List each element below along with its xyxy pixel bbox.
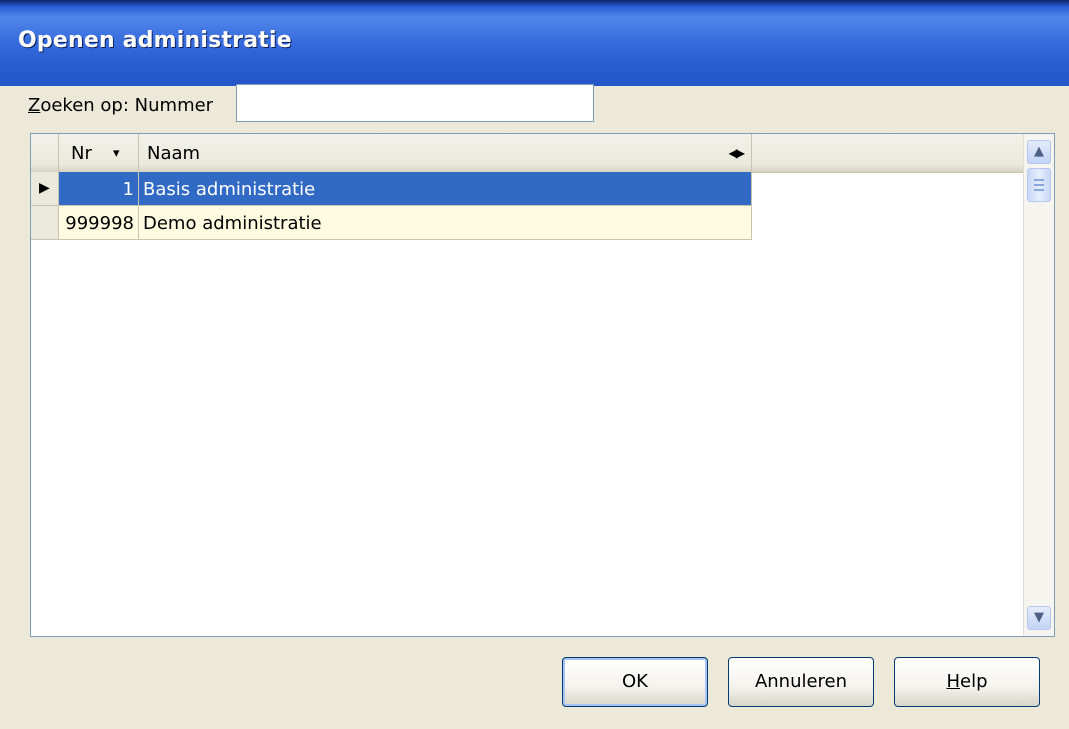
column-resize-icon[interactable]: ◀▶: [729, 146, 746, 160]
thumb-grip: [1034, 179, 1044, 181]
dialog-window: Openen administratie Zoeken op: Nummer N…: [0, 0, 1069, 729]
cell-naam[interactable]: Demo administratie: [139, 206, 752, 240]
cancel-button[interactable]: Annuleren: [728, 657, 874, 707]
column-header-nr-label: Nr: [71, 143, 92, 164]
cell-nr[interactable]: 999998: [59, 206, 139, 240]
search-field-name: Nummer: [134, 95, 214, 116]
scrollbar-thumb[interactable]: [1027, 168, 1051, 202]
table-row[interactable]: 999998 Demo administratie: [31, 206, 752, 240]
column-header-nr[interactable]: Nr ▾: [59, 134, 139, 172]
column-header-naam[interactable]: Naam ◀▶: [139, 134, 752, 172]
table-row[interactable]: ▶ 1 Basis administratie: [31, 172, 752, 206]
search-input[interactable]: [236, 84, 594, 122]
thumb-grip: [1034, 184, 1044, 186]
vertical-scrollbar[interactable]: ▲ ▼: [1023, 134, 1054, 636]
administrations-grid[interactable]: Nr ▾ Naam ◀▶ ▶ 1 Basis administratie 999…: [30, 133, 1055, 637]
cell-naam[interactable]: Basis administratie: [139, 172, 752, 206]
row-indicator: ▶: [31, 172, 59, 206]
chevron-down-icon[interactable]: ▼: [1027, 606, 1051, 630]
sort-desc-icon: ▾: [113, 146, 120, 161]
grid-header: Nr ▾ Naam ◀▶: [31, 134, 1025, 173]
row-indicator: [31, 206, 59, 240]
search-label-accelerator: Z: [28, 95, 41, 116]
title-bar[interactable]: Openen administratie: [0, 0, 1069, 86]
row-pointer-icon: ▶: [39, 180, 50, 196]
window-title: Openen administratie: [18, 28, 292, 53]
cell-nr[interactable]: 1: [59, 172, 139, 206]
ok-button[interactable]: OK: [562, 657, 708, 707]
header-indicator-cell: [31, 134, 59, 172]
search-label: Zoeken op: Nummer: [28, 95, 213, 116]
column-header-naam-label: Naam: [147, 143, 201, 164]
thumb-grip: [1034, 189, 1044, 191]
help-label: elp: [960, 671, 988, 692]
chevron-up-icon[interactable]: ▲: [1027, 140, 1051, 164]
help-accelerator: H: [946, 671, 961, 692]
search-label-text: oeken op:: [40, 95, 129, 116]
help-button[interactable]: Help: [894, 657, 1040, 707]
